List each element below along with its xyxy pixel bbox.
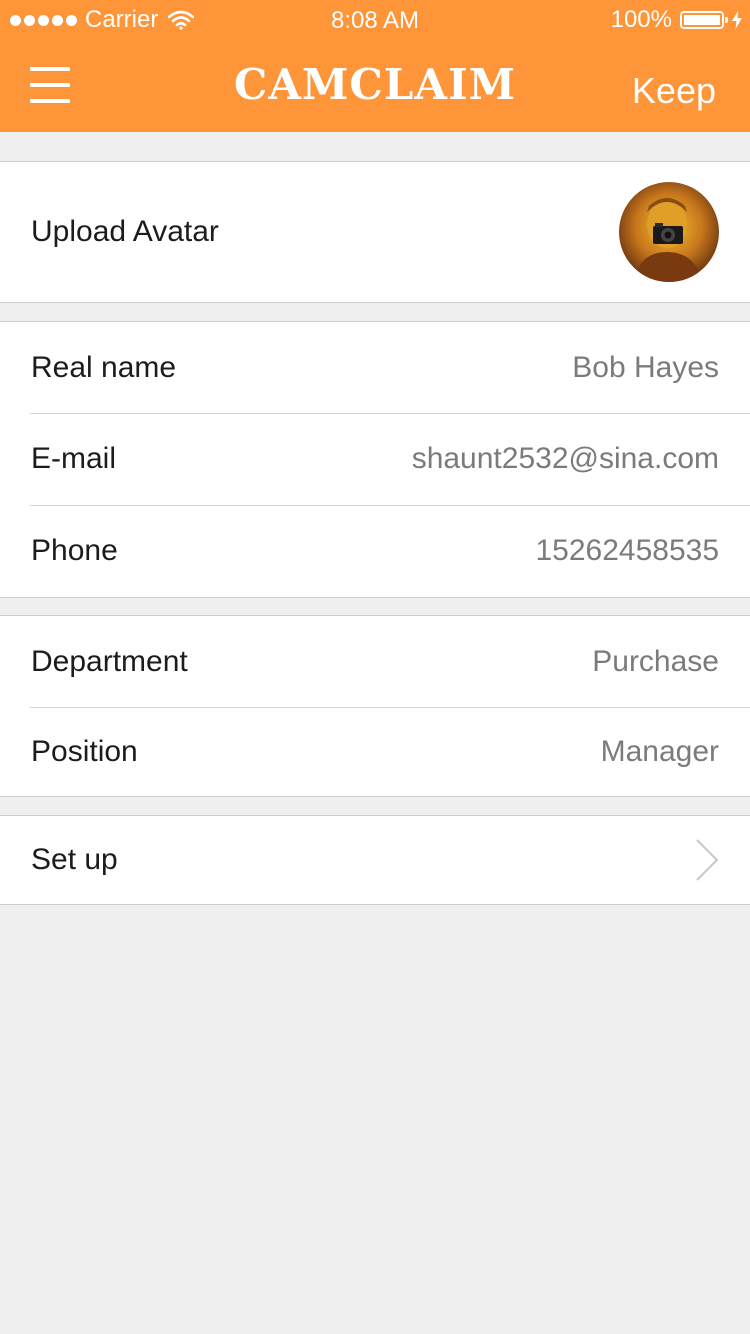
avatar[interactable] bbox=[619, 182, 719, 282]
position-value[interactable]: Manager bbox=[601, 735, 719, 769]
email-row[interactable]: E-mail shaunt2532@sina.com bbox=[0, 413, 750, 505]
real-name-label: Real name bbox=[31, 350, 177, 384]
setup-row[interactable]: Set up bbox=[0, 816, 750, 904]
setup-label: Set up bbox=[31, 843, 118, 876]
battery-fill bbox=[684, 15, 720, 25]
chevron-right-icon bbox=[696, 839, 719, 881]
battery-percent: 100% bbox=[610, 6, 672, 33]
keep-button[interactable]: Keep bbox=[632, 70, 716, 112]
department-label: Department bbox=[31, 644, 188, 678]
phone-row[interactable]: Phone 15262458535 bbox=[0, 505, 750, 597]
email-value[interactable]: shaunt2532@sina.com bbox=[412, 442, 719, 476]
charging-bolt-icon bbox=[732, 11, 742, 29]
avatar-photo bbox=[619, 182, 719, 282]
status-bar: Carrier 8:08 AM 100% bbox=[0, 0, 750, 40]
top-bar: Carrier 8:08 AM 100% CAMCLAIM Keep bbox=[0, 0, 750, 132]
department-value[interactable]: Purchase bbox=[592, 645, 719, 679]
position-row[interactable]: Position Manager bbox=[0, 707, 750, 796]
email-label: E-mail bbox=[31, 442, 117, 475]
settings-section: Set up bbox=[0, 815, 750, 905]
navigation-bar: CAMCLAIM Keep bbox=[0, 40, 750, 132]
real-name-value[interactable]: Bob Hayes bbox=[572, 351, 719, 385]
profile-section: Real name Bob Hayes E-mail shaunt2532@si… bbox=[0, 321, 750, 598]
work-section: Department Purchase Position Manager bbox=[0, 615, 750, 797]
position-label: Position bbox=[31, 734, 138, 768]
department-row[interactable]: Department Purchase bbox=[0, 616, 750, 707]
upload-avatar-label: Upload Avatar bbox=[31, 215, 219, 248]
upload-avatar-row[interactable]: Upload Avatar bbox=[0, 162, 750, 302]
battery-icon bbox=[680, 11, 728, 29]
real-name-row[interactable]: Real name Bob Hayes bbox=[0, 322, 750, 413]
status-right: 100% bbox=[611, 6, 742, 34]
phone-value[interactable]: 15262458535 bbox=[535, 534, 719, 568]
avatar-section: Upload Avatar bbox=[0, 161, 750, 303]
phone-label: Phone bbox=[31, 534, 118, 567]
